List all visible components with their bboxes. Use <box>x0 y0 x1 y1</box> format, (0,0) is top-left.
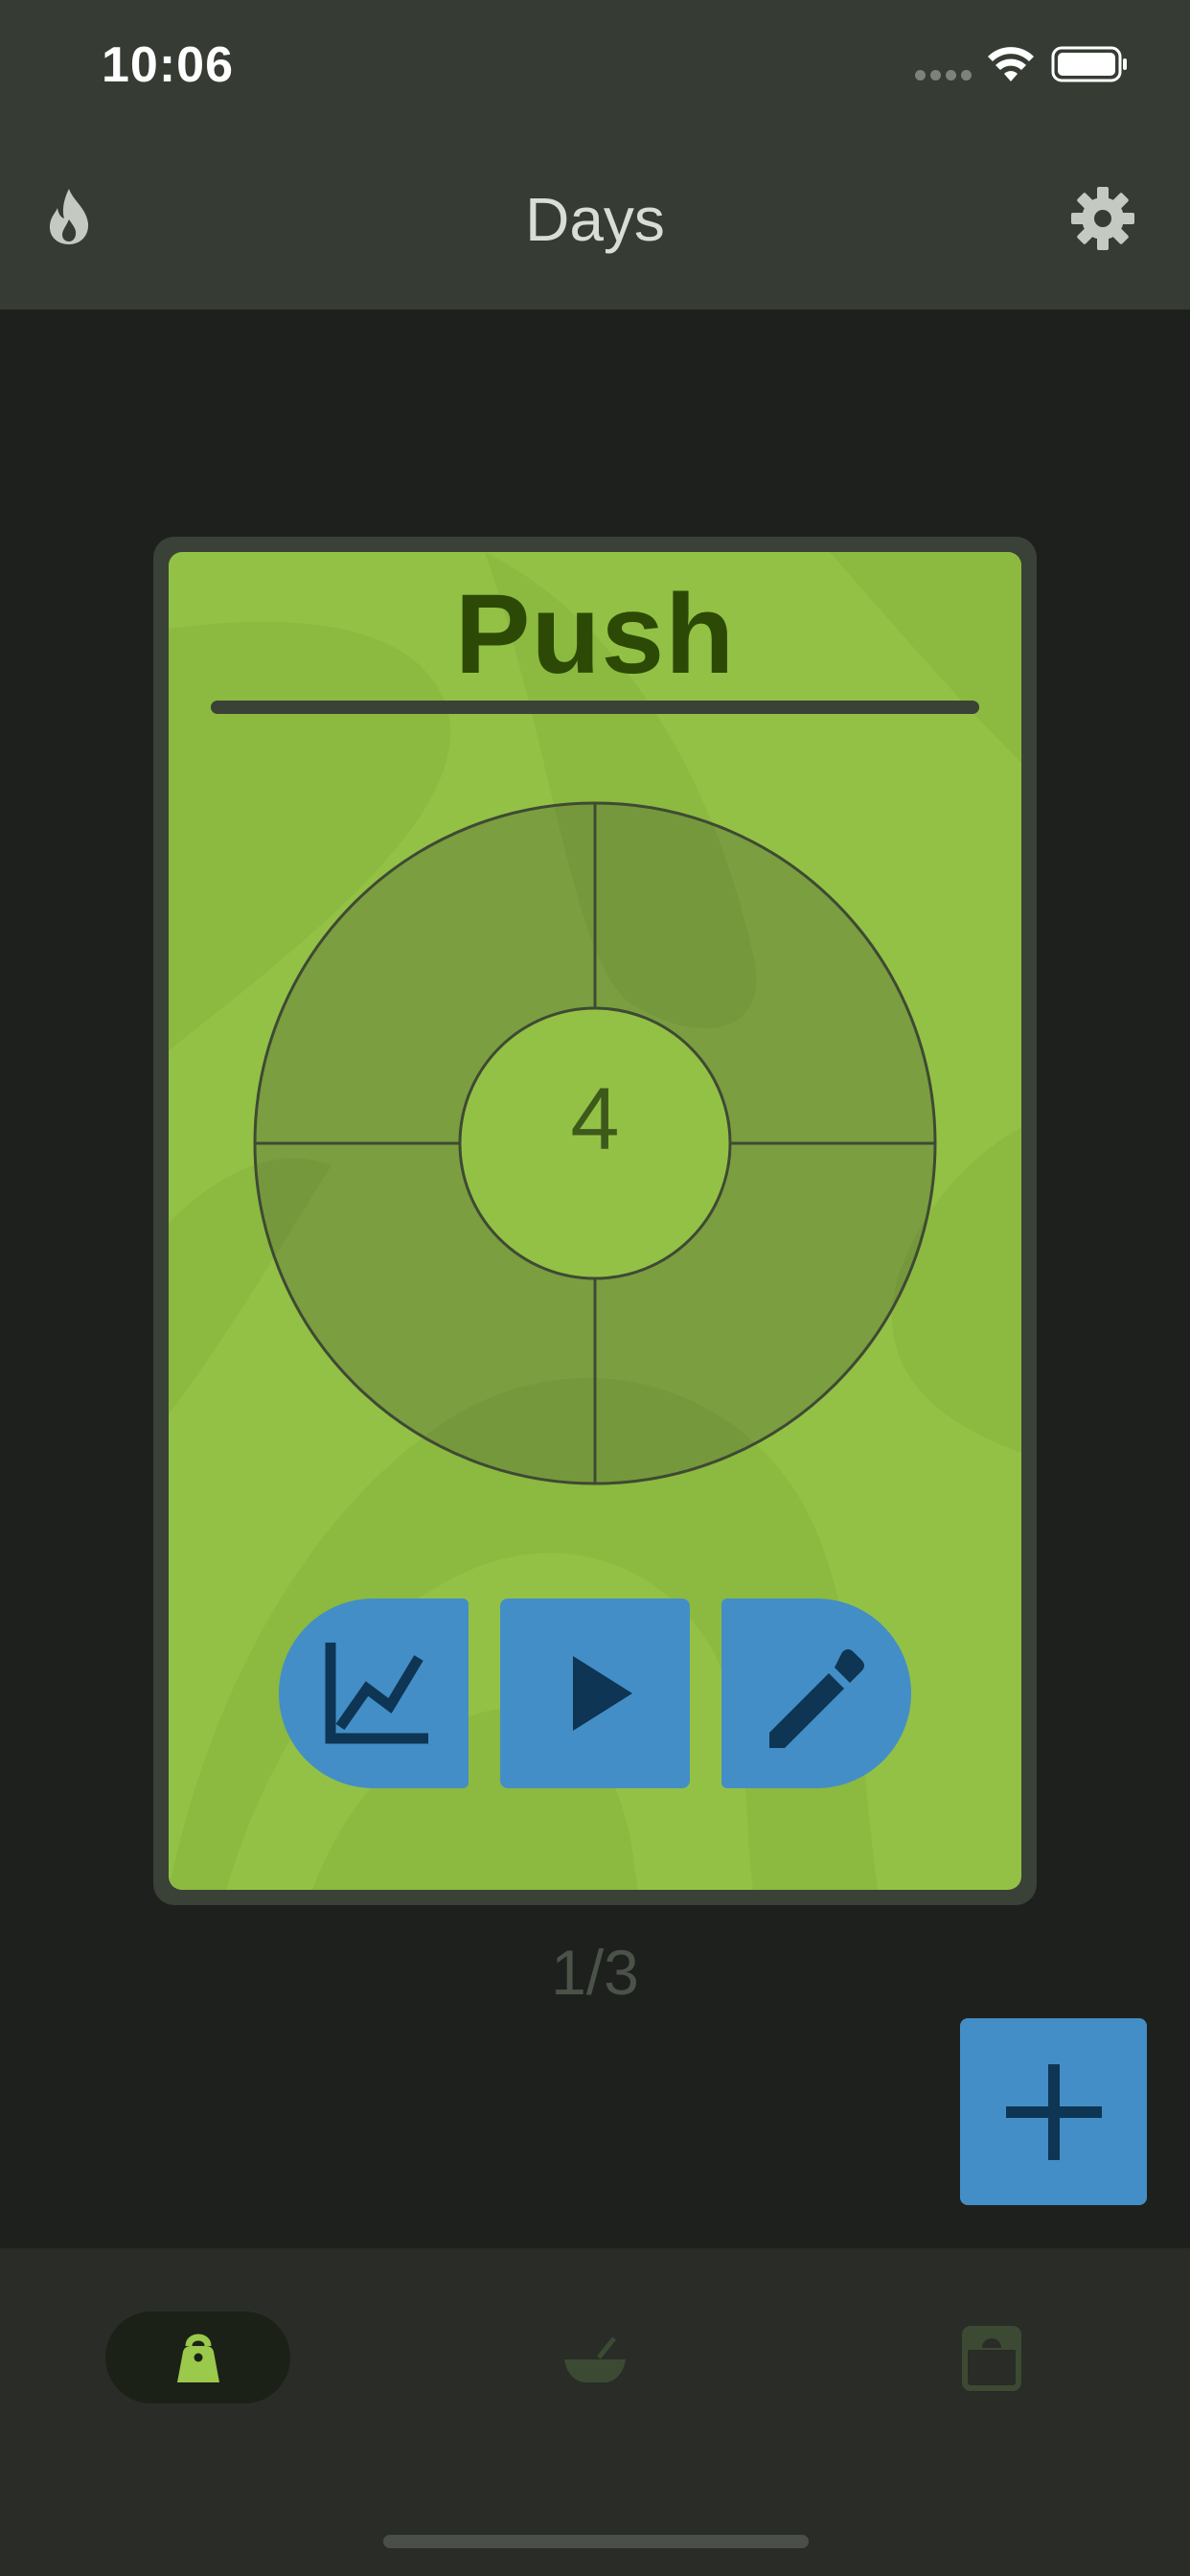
wifi-icon <box>988 47 1034 81</box>
top-app-bar: 10:06 Days <box>0 0 1190 310</box>
play-icon <box>573 1656 632 1731</box>
page-title: Days <box>525 185 665 254</box>
start-workout-button[interactable] <box>500 1598 690 1788</box>
day-card-face: Push 4 <box>169 552 1021 1890</box>
status-time: 10:06 <box>102 37 234 93</box>
nav-workouts[interactable] <box>105 2312 290 2404</box>
exercise-count: 4 <box>570 1070 620 1168</box>
title-divider <box>211 701 979 714</box>
scale-icon <box>962 2326 1021 2391</box>
plus-icon <box>1005 2063 1102 2160</box>
gear-icon[interactable] <box>1071 187 1134 250</box>
add-day-button[interactable] <box>960 2018 1147 2205</box>
line-chart-icon <box>325 1643 428 1744</box>
nav-meals[interactable] <box>540 2312 650 2404</box>
page-indicator: 1/3 <box>551 1937 639 2008</box>
battery-icon <box>1051 46 1127 82</box>
stats-button[interactable] <box>279 1598 469 1788</box>
bottom-navigation <box>0 2248 1190 2576</box>
edit-day-button[interactable] <box>721 1598 911 1788</box>
home-indicator <box>383 2535 809 2548</box>
day-title: Push <box>454 571 736 698</box>
nav-weight[interactable] <box>937 2312 1046 2404</box>
bowl-icon <box>564 2336 626 2382</box>
day-card[interactable]: Push 4 <box>153 537 1037 1905</box>
cellular-signal-icon <box>915 70 972 80</box>
pencil-icon <box>769 1649 864 1748</box>
kettlebell-icon <box>176 2334 219 2382</box>
